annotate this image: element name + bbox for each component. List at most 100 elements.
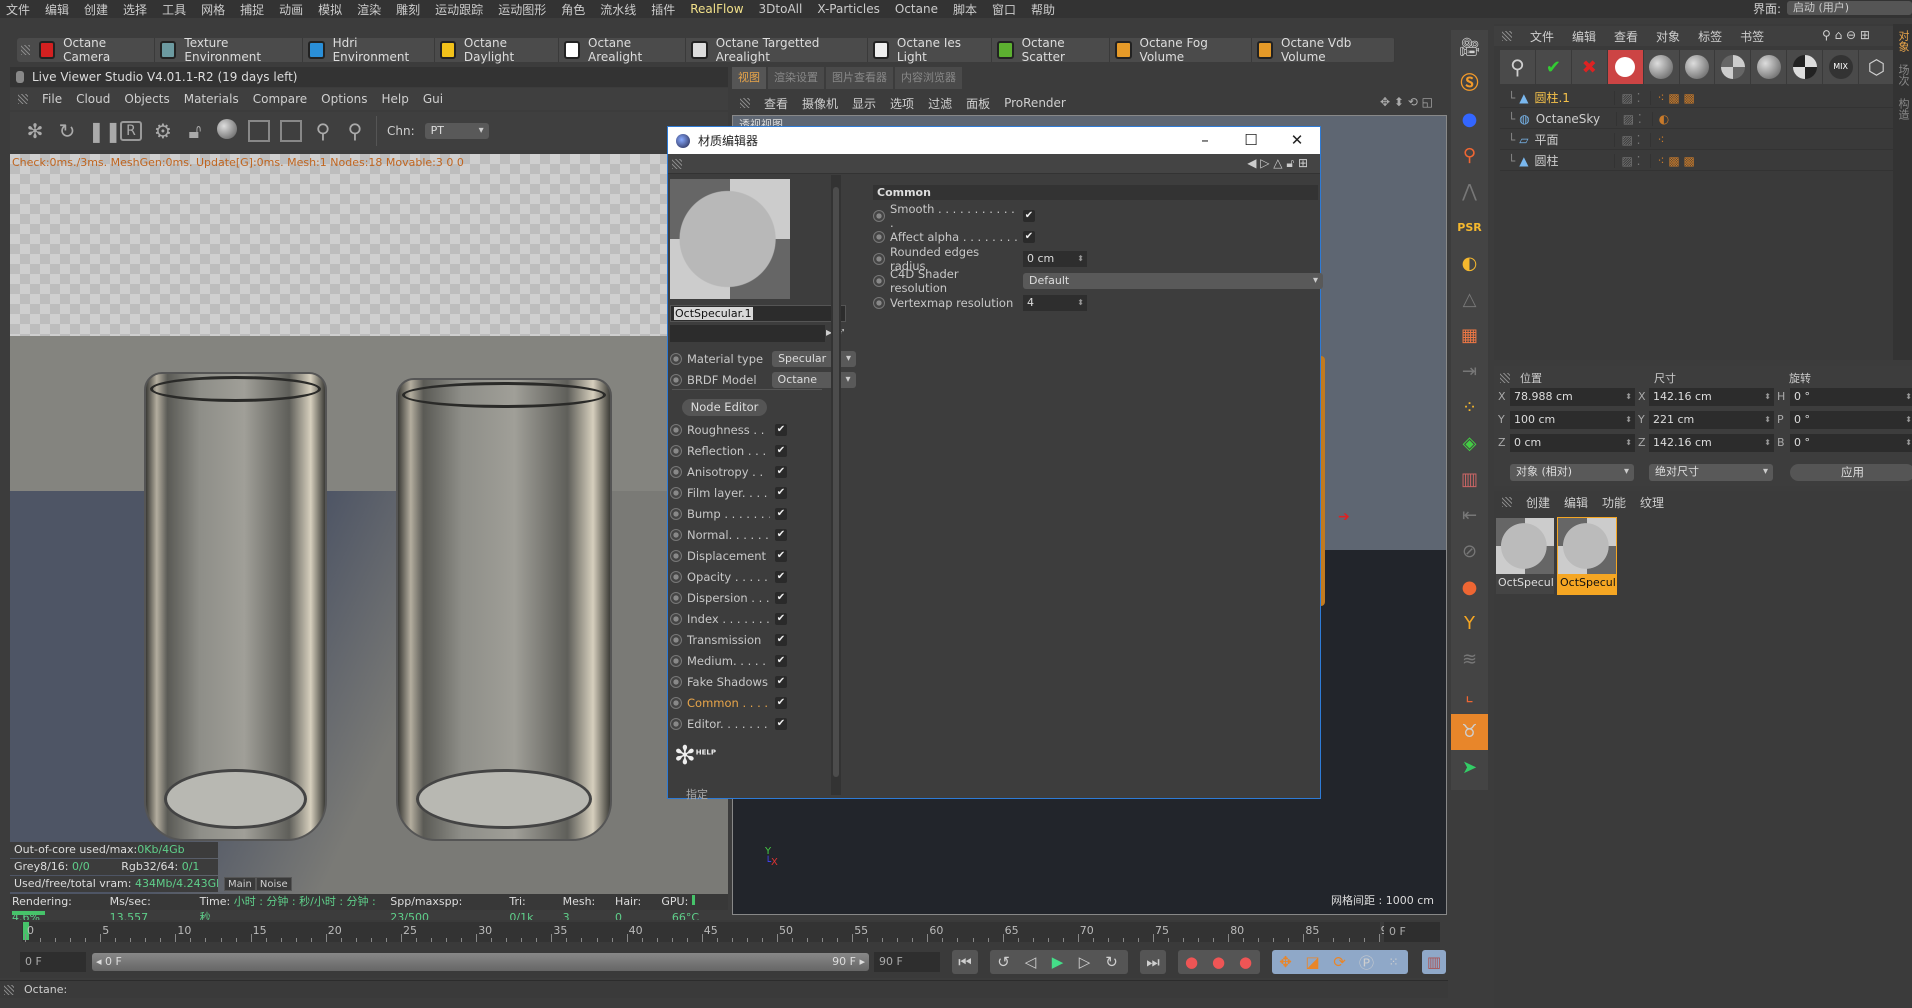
viewport-menu-item[interactable]: 显示 (852, 95, 876, 112)
channel-label[interactable]: Bump . . . . . . . (687, 507, 770, 521)
radio-icon[interactable] (873, 275, 885, 287)
menu-item[interactable]: 插件 (651, 1, 675, 18)
radio-icon[interactable] (670, 487, 682, 499)
channel-row[interactable]: Fake Shadows ✔ (670, 673, 787, 691)
menu-materials[interactable]: Materials (184, 92, 239, 106)
apply-button[interactable]: 应用 (1790, 464, 1912, 481)
mm-menu-item[interactable]: 编辑 (1564, 494, 1588, 511)
start-frame-field[interactable]: 0 F (20, 952, 86, 972)
rot-field[interactable]: 0 ° (1790, 411, 1912, 429)
om-menu-item[interactable]: 查看 (1614, 28, 1638, 45)
visibility-toggle-icon[interactable]: ▨ ⁚ (1614, 132, 1650, 147)
radio-icon[interactable] (873, 231, 885, 243)
points-icon[interactable]: ⁘ (1451, 390, 1488, 426)
tab-noise[interactable]: Noise (255, 877, 292, 891)
link-icon[interactable]: ● (1451, 570, 1488, 606)
interface-dropdown[interactable]: 启动 (用户) (1787, 1, 1912, 15)
channel-row[interactable]: Displacement ✔ (670, 547, 787, 565)
channel-checkbox[interactable]: ✔ (775, 424, 787, 436)
radio-icon[interactable] (670, 374, 682, 386)
channel-row[interactable]: Common . . . . ✔ (670, 694, 787, 712)
node-editor-button[interactable]: Node Editor (682, 399, 767, 416)
axis-center-icon[interactable]: ⌞ (1451, 678, 1488, 714)
menu-item[interactable]: 动画 (279, 1, 303, 18)
visibility-toggle-icon[interactable]: ▨ ⁚ (1614, 90, 1650, 105)
channel-row[interactable]: Medium. . . . . ✔ (670, 652, 787, 670)
menu-item[interactable]: 流水线 (600, 1, 636, 18)
channel-label[interactable]: Normal. . . . . . (687, 528, 770, 542)
radio-icon[interactable] (873, 210, 885, 222)
vertexmap-input[interactable]: 4 (1023, 295, 1087, 311)
search-icon[interactable]: ⚲ (1500, 50, 1536, 84)
channel-label[interactable]: Reflection . . . (687, 444, 770, 458)
octane-fog-volume-button[interactable]: Octane Fog Volume (1110, 36, 1252, 64)
size-field[interactable]: 142.16 cm (1649, 434, 1774, 452)
record-icon[interactable]: ● (1178, 953, 1205, 971)
rotate-key-icon[interactable]: ⟳ (1326, 953, 1353, 971)
material-thumbnail[interactable]: OctSpecular (1496, 518, 1554, 594)
viewport-tab[interactable]: 视图 (732, 67, 766, 89)
rot-field[interactable]: 0 ° (1790, 388, 1912, 406)
viewport-menu-item[interactable]: 查看 (764, 95, 788, 112)
coordinate-mode-dropdown[interactable]: 对象 (相对) (1510, 464, 1634, 481)
move-to-icon[interactable]: ⇤ (1451, 498, 1488, 534)
menu-item[interactable]: 编辑 (45, 1, 69, 18)
channel-row[interactable]: Bump . . . . . . . ✔ (670, 505, 787, 523)
drop-to-floor-icon[interactable]: ● (1451, 102, 1488, 138)
size-field[interactable]: 221 cm (1649, 411, 1774, 429)
pause-icon[interactable]: ❚❚ (88, 119, 122, 143)
channel-label[interactable]: Film layer. . . . (687, 486, 770, 500)
octane-targetted-arealight-button[interactable]: Octane Targetted Arealight (686, 36, 868, 64)
channel-label[interactable]: Displacement (687, 549, 770, 563)
step-forward-icon[interactable]: ▷ (1071, 953, 1098, 971)
radio-icon[interactable] (670, 676, 682, 688)
menu-file[interactable]: File (42, 92, 62, 106)
diffuse-ball-icon[interactable] (1644, 50, 1680, 84)
menu-gui[interactable]: Gui (423, 92, 443, 106)
viewport-tab[interactable]: 图片查看器 (826, 67, 893, 89)
menu-item[interactable]: X-Particles (817, 2, 880, 16)
menu-item[interactable]: 帮助 (1031, 1, 1055, 18)
maximize-button[interactable]: ☐ (1228, 127, 1274, 154)
viewport-menu-item[interactable]: 面板 (966, 95, 990, 112)
channel-checkbox[interactable]: ✔ (775, 466, 787, 478)
octane-vdb-volume-button[interactable]: Octane Vdb Volume (1252, 36, 1396, 64)
channel-row[interactable]: Anisotropy . . ✔ (670, 463, 787, 481)
xyz-icon[interactable]: ◐ (1451, 246, 1488, 282)
radio-icon[interactable] (670, 571, 682, 583)
size-field[interactable]: 142.16 cm (1649, 388, 1774, 406)
radio-icon[interactable] (670, 718, 682, 730)
channel-label[interactable]: Common . . . . (687, 696, 770, 710)
menu-item[interactable]: 文件 (6, 1, 30, 18)
channel-row[interactable]: Roughness . . ✔ (670, 421, 787, 439)
radio-icon[interactable] (670, 613, 682, 625)
frame-range-slider[interactable]: ◂ 0 F 90 F ▸ (92, 953, 869, 971)
channel-checkbox[interactable]: ✔ (775, 613, 787, 625)
radio-icon[interactable] (670, 424, 682, 436)
menu-item[interactable]: 工具 (162, 1, 186, 18)
channel-checkbox[interactable]: ✔ (775, 718, 787, 730)
octane-help-icon[interactable]: ✻HELP (674, 741, 716, 771)
object-row[interactable]: └ ▱ 平面 ▨ ⁚ ⁖ (1500, 130, 1895, 150)
side-tab[interactable]: 对象 (1893, 24, 1912, 58)
pos-field[interactable]: 0 cm (1510, 434, 1635, 452)
object-name[interactable]: OctaneSky (1536, 112, 1616, 126)
object-name[interactable]: 圆柱.1 (1534, 89, 1614, 106)
channel-checkbox[interactable]: ✔ (775, 550, 787, 562)
channel-label[interactable]: Medium. . . . . (687, 654, 770, 668)
interface-selector[interactable]: 界面: 启动 (用户) (1753, 0, 1912, 16)
timeline-ruler[interactable]: 051015202530354045505560657075808590 (22, 922, 1395, 942)
radio-icon[interactable] (670, 508, 682, 520)
channel-checkbox[interactable]: ✔ (775, 676, 787, 688)
assign-label[interactable]: 指定 (686, 786, 708, 802)
radio-icon[interactable] (670, 353, 682, 365)
radio-icon[interactable] (670, 466, 682, 478)
octane-daylight-button[interactable]: Octane Daylight (435, 36, 559, 64)
y-split-icon[interactable]: Y (1451, 606, 1488, 642)
cage-icon[interactable]: ◈ (1451, 426, 1488, 462)
rounded-edges-input[interactable]: 0 cm (1023, 251, 1087, 267)
channel-label[interactable]: Dispersion . . . (687, 591, 770, 605)
play-arrow-icon[interactable]: ➤ (1451, 750, 1488, 786)
side-tab[interactable]: 构造 (1893, 92, 1912, 126)
channel-label[interactable]: Anisotropy . . (687, 465, 770, 479)
